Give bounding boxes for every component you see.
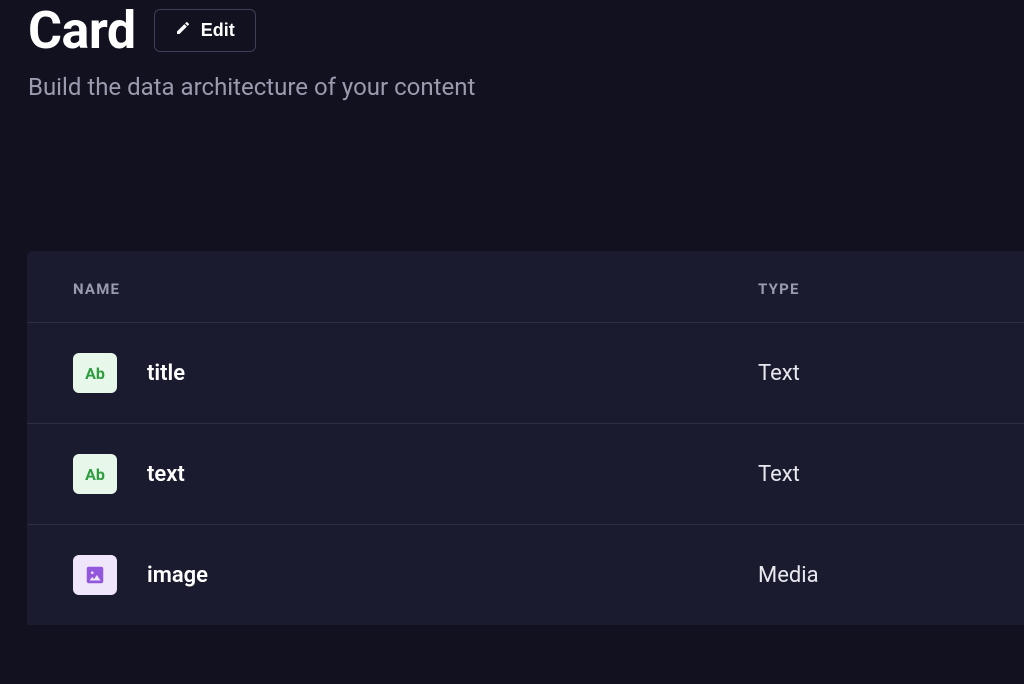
name-cell: Ab title (73, 353, 758, 393)
name-cell: image (73, 555, 758, 595)
fields-table: NAME TYPE Ab title Text Ab text Text ima… (27, 251, 1024, 625)
name-cell: Ab text (73, 454, 758, 494)
page-header: Card Edit Build the data architecture of… (0, 0, 1024, 101)
edit-button[interactable]: Edit (154, 9, 256, 52)
page-title: Card (28, 0, 136, 61)
field-type: Text (758, 462, 800, 487)
edit-button-label: Edit (201, 20, 235, 41)
table-row[interactable]: Ab text Text (27, 424, 1024, 525)
text-field-icon: Ab (73, 353, 117, 393)
type-cell: Text (758, 462, 978, 487)
field-type: Media (758, 563, 819, 588)
field-type: Text (758, 361, 800, 386)
type-cell: Text (758, 361, 978, 386)
type-cell: Media (758, 563, 978, 588)
field-name: text (147, 462, 185, 487)
media-field-icon (73, 555, 117, 595)
text-field-icon: Ab (73, 454, 117, 494)
column-header-type: TYPE (758, 280, 800, 298)
field-name: image (147, 563, 208, 588)
table-row[interactable]: Ab title Text (27, 323, 1024, 424)
table-row[interactable]: image Media (27, 525, 1024, 625)
field-name: title (147, 361, 185, 386)
pencil-icon (175, 20, 191, 41)
column-header-name: NAME (73, 280, 120, 298)
title-row: Card Edit (28, 0, 996, 61)
table-header-row: NAME TYPE (27, 251, 1024, 323)
page-subtitle: Build the data architecture of your cont… (28, 73, 996, 101)
